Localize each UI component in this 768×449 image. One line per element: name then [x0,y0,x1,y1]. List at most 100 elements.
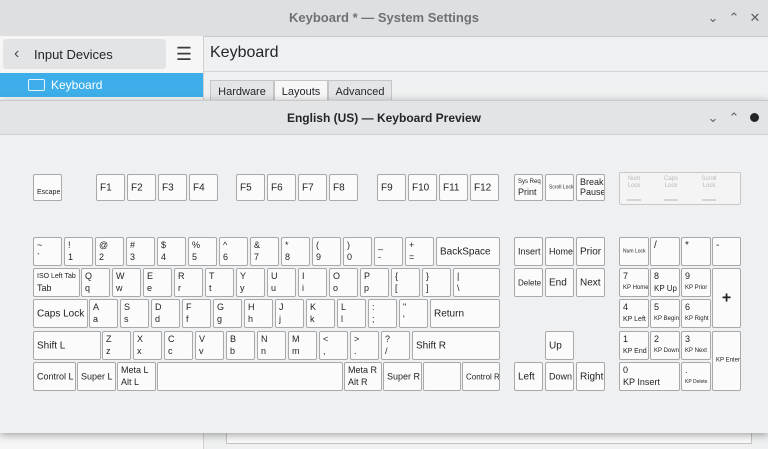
key-k6[interactable]: ^ 6 [219,237,248,266]
key-kp4[interactable]: 4 KP Left [619,299,649,328]
key-right[interactable]: Right [576,362,605,391]
hamburger-menu-icon[interactable]: ☰ [170,41,198,67]
key-kp8[interactable]: 8 KP Up [650,268,680,297]
close-icon[interactable]: ✕ [746,9,764,27]
maximize-icon[interactable]: ⌃ [725,9,743,27]
key-f3[interactable]: F3 [158,174,187,201]
key-down[interactable]: Down [545,362,574,391]
key-super-l[interactable]: Super L [77,362,116,391]
key-backspace[interactable]: BackSpace [436,237,500,266]
key-h[interactable]: Hh [244,299,273,328]
key-k5[interactable]: % 5 [188,237,217,266]
key-end[interactable]: End [545,268,574,297]
key-k0[interactable]: ) 0 [343,237,372,266]
key-semicolon[interactable]: :; [368,299,397,328]
key-a[interactable]: Aa [89,299,118,328]
key-lbracket[interactable]: {[ [391,268,420,297]
key-quote[interactable]: " ' [399,299,428,328]
key-kp6[interactable]: 6 KP Right [681,299,711,328]
key-super-r[interactable]: Super R [383,362,422,391]
key-k1[interactable]: ! 1 [64,237,93,266]
key-f1[interactable]: F1 [96,174,125,201]
key-kp-minus[interactable]: - [712,237,741,266]
key-next[interactable]: Next [576,268,605,297]
key-num-lock[interactable]: Num Lock [619,237,649,266]
key-minus[interactable]: _ - [374,237,403,266]
key-e[interactable]: Ee [143,268,172,297]
key-control-l[interactable]: Control L [33,362,76,391]
key-k7[interactable]: & 7 [250,237,279,266]
key-f12[interactable]: F12 [470,174,499,201]
key-kp-enter[interactable]: KP Enter [712,331,741,391]
key-insert[interactable]: Insert [514,237,543,266]
key-escape[interactable]: Escape [33,174,62,201]
key-d[interactable]: Dd [151,299,180,328]
key-f5[interactable]: F5 [236,174,265,201]
key-meta-r[interactable]: Meta R Alt R [344,362,382,391]
key-kp3[interactable]: 3 KP Next [681,331,711,360]
key-x[interactable]: Xx [133,331,162,360]
key-kp0[interactable]: 0 KP Insert [619,362,680,391]
key-backslash[interactable]: | \ [453,268,500,297]
key-equal[interactable]: + = [405,237,434,266]
key-kp7[interactable]: 7 KP Home [619,268,649,297]
key-q[interactable]: Qq [81,268,110,297]
key-j[interactable]: Jj [275,299,304,328]
key-c[interactable]: Cc [164,331,193,360]
key-f6[interactable]: F6 [267,174,296,201]
key-w[interactable]: Ww [112,268,141,297]
key-k2[interactable]: @2 [95,237,124,266]
key-f[interactable]: Ff [182,299,211,328]
key-pause[interactable]: Break Pause [576,174,605,201]
key-slash[interactable]: ? / [381,331,410,360]
key-kp1[interactable]: 1 KP End [619,331,649,360]
key-control-r[interactable]: Control R [462,362,500,391]
minimize-icon[interactable]: ⌄ [704,9,722,27]
key-capslock[interactable]: Caps Lock [33,299,88,328]
sidebar-item-keyboard[interactable]: Keyboard [0,73,203,97]
key-tab[interactable]: ISO Left Tab Tab [33,268,80,297]
key-u[interactable]: Uu [267,268,296,297]
key-g[interactable]: Gg [213,299,242,328]
key-m[interactable]: Mm [288,331,317,360]
key-f11[interactable]: F11 [439,174,468,201]
key-tilde[interactable]: ~ ` [33,237,62,266]
key-shift-l[interactable]: Shift L [33,331,101,360]
key-menu[interactable] [423,362,461,391]
key-f2[interactable]: F2 [127,174,156,201]
key-k3[interactable]: #3 [126,237,155,266]
key-p[interactable]: Pp [360,268,389,297]
key-home[interactable]: Home [545,237,574,266]
key-kp-divide[interactable]: / [650,237,680,266]
key-kp5[interactable]: 5 KP Begin [650,299,680,328]
key-k[interactable]: Kk [306,299,335,328]
key-i[interactable]: Ii [298,268,327,297]
key-n[interactable]: Nn [257,331,286,360]
key-period[interactable]: >. [350,331,379,360]
key-comma[interactable]: <, [319,331,348,360]
key-f4[interactable]: F4 [189,174,218,201]
key-print[interactable]: Sys Req Print [514,174,543,201]
key-f7[interactable]: F7 [298,174,327,201]
key-kp-decimal[interactable]: . KP Delete [681,362,711,391]
key-left[interactable]: Left [514,362,543,391]
key-t[interactable]: Tt [205,268,234,297]
key-y[interactable]: Yy [236,268,265,297]
key-rbracket[interactable]: }] [422,268,451,297]
key-return[interactable]: Return [430,299,500,328]
back-button[interactable]: ‹ Input Devices [3,39,166,69]
key-kp-multiply[interactable]: * [681,237,711,266]
key-kp9[interactable]: 9 KP Prior [681,268,711,297]
key-s[interactable]: Ss [120,299,149,328]
key-space[interactable] [157,362,343,391]
key-b[interactable]: Bb [226,331,255,360]
key-k9[interactable]: (9 [312,237,341,266]
key-f9[interactable]: F9 [377,174,406,201]
key-k4[interactable]: $4 [157,237,186,266]
key-f10[interactable]: F10 [408,174,437,201]
key-prior[interactable]: Prior [576,237,605,266]
key-shift-r[interactable]: Shift R [412,331,500,360]
key-o[interactable]: Oo [329,268,358,297]
key-delete[interactable]: Delete [514,268,543,297]
key-k8[interactable]: * 8 [281,237,310,266]
